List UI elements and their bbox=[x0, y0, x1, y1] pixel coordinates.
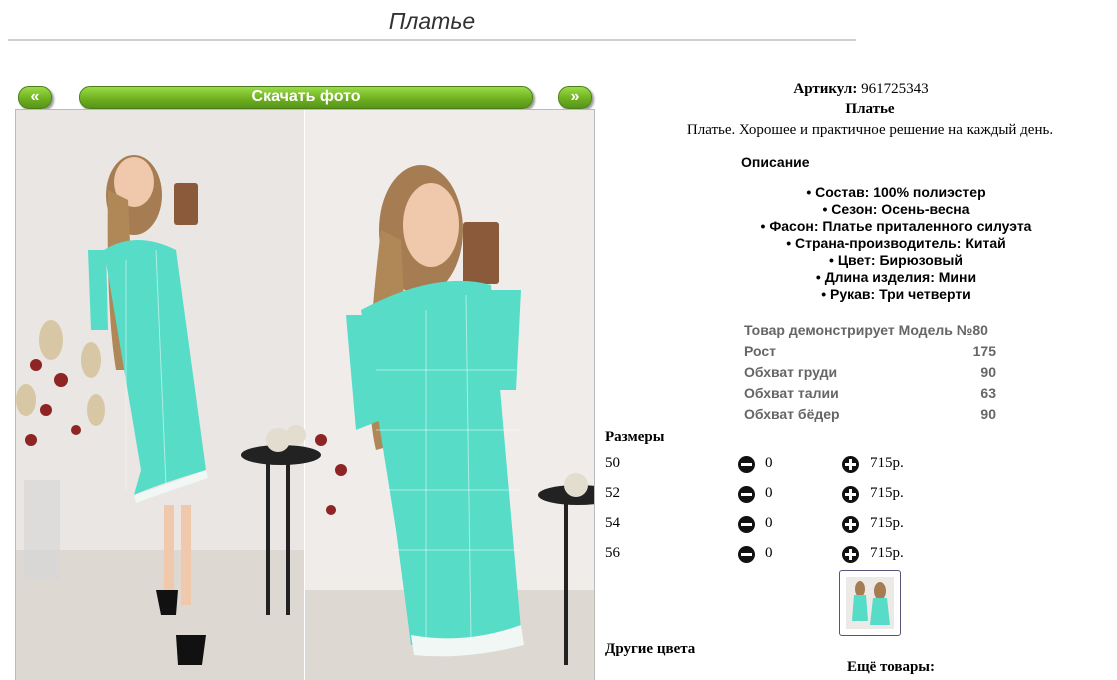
feature-item: Фасон: Платье приталенного силуэта bbox=[605, 218, 1117, 235]
download-photo-button[interactable]: Скачать фото bbox=[79, 86, 533, 109]
article-label: Артикул: bbox=[793, 81, 858, 97]
product-name: Платье bbox=[845, 101, 895, 117]
sizes-heading: Размеры bbox=[605, 429, 665, 445]
model-title: Товар демонстрирует Модель №80 bbox=[744, 322, 988, 338]
size-label: 54 bbox=[605, 515, 620, 531]
size-price: 715р. bbox=[870, 455, 904, 471]
size-label: 50 bbox=[605, 455, 620, 471]
description-heading: Описание bbox=[741, 154, 810, 170]
size-label: 56 bbox=[605, 545, 620, 561]
size-price: 715р. bbox=[870, 545, 904, 561]
model-row: Обхват груди 90 bbox=[744, 362, 996, 383]
model-row-value: 175 bbox=[972, 343, 996, 359]
size-quantity: 0 bbox=[765, 515, 773, 531]
feature-item: Сезон: Осень-весна bbox=[605, 201, 1117, 218]
model-row-label: Рост bbox=[744, 343, 776, 359]
article-value: 961725343 bbox=[861, 81, 929, 97]
model-row-label: Обхват талии bbox=[744, 385, 839, 401]
plus-icon[interactable] bbox=[842, 456, 859, 473]
size-row: 56 0 715р. bbox=[605, 545, 1005, 565]
more-products-heading: Ещё товары: bbox=[846, 659, 936, 675]
minus-icon[interactable] bbox=[738, 486, 755, 503]
feature-item: Длина изделия: Мини bbox=[605, 269, 1117, 286]
product-short-description: Платье. Хорошее и практичное решение на … bbox=[686, 122, 1054, 138]
feature-item: Цвет: Бирюзовый bbox=[605, 252, 1117, 269]
other-colors-heading: Другие цвета bbox=[605, 641, 696, 657]
feature-list: Состав: 100% полиэстер Сезон: Осень-весн… bbox=[605, 184, 1117, 303]
size-quantity: 0 bbox=[765, 455, 773, 471]
feature-item: Рукав: Три четверти bbox=[605, 286, 1117, 303]
minus-icon[interactable] bbox=[738, 456, 755, 473]
page-title: Платье bbox=[388, 8, 476, 34]
plus-icon[interactable] bbox=[842, 516, 859, 533]
model-row-label: Обхват бёдер bbox=[744, 406, 840, 422]
feature-item: Состав: 100% полиэстер bbox=[605, 184, 1117, 201]
size-quantity: 0 bbox=[765, 485, 773, 501]
article-line: Артикул: 961725343 bbox=[605, 81, 1117, 98]
thumbnail-image bbox=[846, 577, 894, 629]
model-measurements: Товар демонстрирует Модель №80 Рост 175 … bbox=[744, 320, 996, 425]
model-row: Рост 175 bbox=[744, 341, 996, 362]
model-row-value: 90 bbox=[980, 406, 996, 422]
minus-icon[interactable] bbox=[738, 516, 755, 533]
size-label: 52 bbox=[605, 485, 620, 501]
next-photo-button[interactable]: » bbox=[558, 86, 592, 109]
size-row: 52 0 715р. bbox=[605, 485, 1005, 505]
minus-icon[interactable] bbox=[738, 546, 755, 563]
prev-photo-button[interactable]: « bbox=[18, 86, 52, 109]
model-row-value: 63 bbox=[980, 385, 996, 401]
plus-icon[interactable] bbox=[842, 486, 859, 503]
model-row-value: 90 bbox=[980, 364, 996, 380]
feature-item: Страна-производитель: Китай bbox=[605, 235, 1117, 252]
product-photo-image bbox=[16, 110, 594, 680]
model-row: Обхват талии 63 bbox=[744, 383, 996, 404]
size-row: 50 0 715р. bbox=[605, 455, 1005, 475]
size-row: 54 0 715р. bbox=[605, 515, 1005, 535]
plus-icon[interactable] bbox=[842, 546, 859, 563]
model-row-label: Обхват груди bbox=[744, 364, 838, 380]
color-variant-thumbnail[interactable] bbox=[839, 570, 901, 636]
size-price: 715р. bbox=[870, 515, 904, 531]
title-divider bbox=[8, 39, 856, 41]
size-quantity: 0 bbox=[765, 545, 773, 561]
product-photo[interactable] bbox=[15, 109, 595, 680]
size-price: 715р. bbox=[870, 485, 904, 501]
model-row: Обхват бёдер 90 bbox=[744, 404, 996, 425]
